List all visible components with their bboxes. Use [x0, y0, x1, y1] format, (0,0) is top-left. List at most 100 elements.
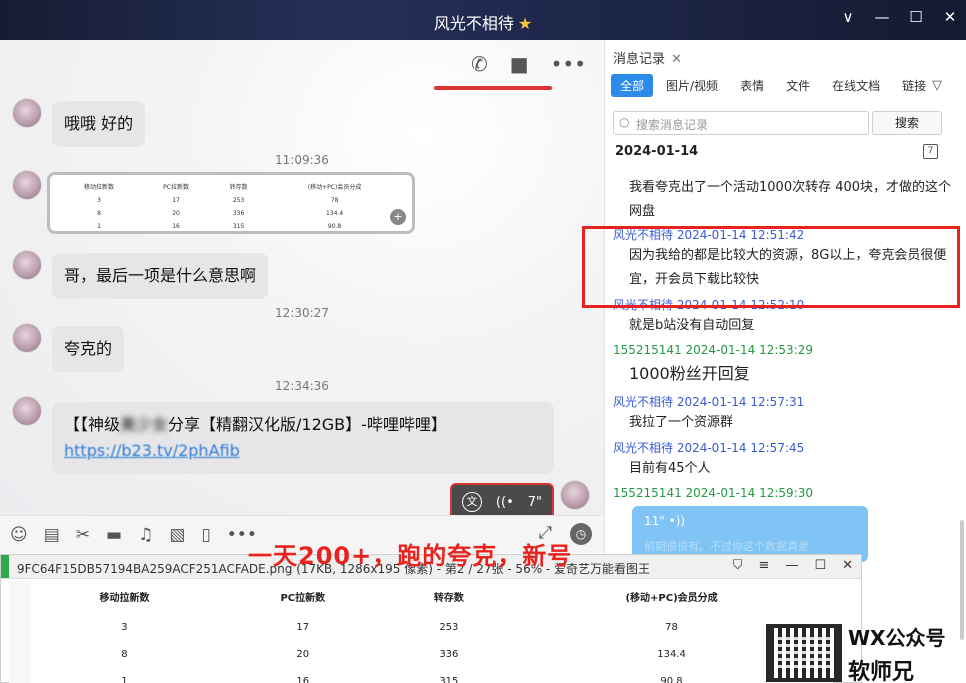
viewer-skin-icon[interactable]: ⛉ — [733, 558, 743, 573]
title-bar: 风光不相待 ★ ∨ — ☐ ✕ — [0, 0, 966, 40]
star-icon: ★ — [517, 14, 533, 33]
history-message: 就是b站没有自动回复 — [629, 318, 755, 333]
minimize-button[interactable]: — — [874, 8, 890, 26]
blurred-text: 美少女 — [120, 415, 169, 434]
voice-duration: 11" — [644, 514, 665, 528]
tab-links[interactable]: 链接 — [893, 74, 935, 97]
tab-all[interactable]: 全部 — [611, 74, 654, 97]
message-text: 【【神级 — [64, 415, 121, 434]
watermark: WX公众号 软师兄 — [766, 620, 966, 683]
tab-images-videos[interactable]: 图片/视频 — [657, 74, 727, 97]
timestamp: 12:34:36 — [275, 379, 329, 393]
viewer-image[interactable]: 移动拉新数 PC拉新数 转存数 (移动+PC)会员分成 3 17 253 78 … — [31, 581, 833, 683]
viewer-app-icon — [1, 555, 9, 578]
table-row: 3 17 253 78 — [31, 616, 833, 643]
table-header: (移动+PC)会员分成 — [307, 184, 362, 191]
avatar[interactable] — [12, 170, 42, 200]
image-icon[interactable]: ▧ — [169, 525, 185, 545]
tab-stickers[interactable]: 表情 — [731, 74, 773, 97]
table-cell: 253 — [232, 197, 245, 204]
avatar[interactable] — [12, 98, 42, 128]
viewer-side-strip — [9, 581, 31, 683]
table-header: 转存数 — [433, 593, 464, 604]
table-cell: 90.8 — [327, 223, 342, 230]
voice-to-text-button[interactable]: 文 — [462, 492, 482, 512]
history-tabs: 全部 图片/视频 表情 文件 在线文档 链接 — [611, 74, 939, 97]
table-cell: 20 — [172, 210, 180, 217]
table-cell: 17 — [296, 622, 310, 633]
image-viewer-window: 9FC64F15DB57194BA259ACF251ACFADE.png (17… — [0, 554, 862, 683]
image-message[interactable]: 移动拉新数 PC拉新数 转存数 (移动+PC)会员分成 3 17 253 78 … — [47, 172, 415, 234]
watermark-line2: 软师兄 — [848, 660, 915, 683]
zoom-icon[interactable]: + — [390, 209, 406, 225]
table-cell: 315 — [232, 223, 245, 230]
highlight-mark — [434, 86, 552, 90]
table-cell: 16 — [172, 223, 180, 230]
voice-transcript: 前期很很有。不过你这个数据真是 — [644, 540, 809, 553]
message-text: 分享【精翻汉化版/12GB】-哔哩哔哩】 — [168, 415, 447, 434]
collapse-button[interactable]: ∨ — [840, 8, 856, 26]
history-clock-icon[interactable]: ◷ — [570, 523, 592, 545]
viewer-minimize-button[interactable]: — — [785, 558, 798, 573]
more-icon[interactable]: ••• — [551, 52, 586, 76]
history-header: 消息记录 ✕ — [613, 48, 682, 67]
chat-toolbar: ✆ ■ ••• — [471, 52, 586, 76]
folder-icon[interactable]: ▬ — [106, 525, 122, 545]
emoji-icon[interactable]: ☺ — [10, 525, 28, 545]
table-cell: 16 — [296, 676, 310, 683]
maximize-button[interactable]: ☐ — [908, 8, 924, 26]
timestamp: 11:09:36 — [275, 153, 329, 167]
table-cell: 17 — [172, 197, 180, 204]
table-cell: 1 — [97, 223, 101, 230]
history-date: 2024-01-14 — [615, 144, 699, 159]
history-sender: 155215141 2024-01-14 12:59:30 — [613, 486, 813, 500]
table-header: 转存数 — [229, 184, 248, 191]
viewer-menu-icon[interactable]: ≡ — [759, 558, 770, 573]
music-icon[interactable]: ♫ — [138, 525, 153, 545]
table-cell: 336 — [439, 649, 459, 660]
image-table: 移动拉新数 PC拉新数 转存数 (移动+PC)会员分成 3 17 253 78 … — [58, 179, 404, 233]
history-search-input[interactable]: ○ 搜索消息记录 — [613, 111, 869, 135]
history-message: 我看夸克出了一个活动1000次转存 400块，才做的这个网盘 — [629, 180, 952, 219]
avatar[interactable] — [12, 323, 42, 353]
table-cell: 336 — [232, 210, 245, 217]
close-button[interactable]: ✕ — [942, 8, 958, 26]
message-link[interactable]: https://b23.tv/2phAfib — [64, 441, 240, 460]
tab-files[interactable]: 文件 — [777, 74, 819, 97]
avatar[interactable] — [12, 250, 42, 280]
table-cell: 8 — [97, 210, 101, 217]
table-row: 3 17 253 78 — [58, 194, 404, 207]
timestamp: 12:30:27 — [275, 306, 329, 320]
table-header: PC拉新数 — [280, 593, 326, 604]
filter-icon[interactable]: ▽ — [932, 78, 942, 93]
shake-icon[interactable]: ▯ — [201, 525, 210, 545]
phone-icon[interactable]: ✆ — [471, 52, 488, 76]
close-history-icon[interactable]: ✕ — [671, 52, 682, 67]
voice-message[interactable]: 文 ((• 7" — [450, 483, 554, 515]
table-header: 移动拉新数 — [99, 593, 150, 604]
table-cell: 78 — [330, 197, 339, 204]
qr-code-icon — [766, 624, 842, 682]
voice-duration: 7" — [527, 494, 542, 510]
search-button[interactable]: 搜索 — [872, 111, 942, 135]
table-cell: 253 — [439, 622, 459, 633]
table-cell: 1 — [121, 676, 128, 683]
my-avatar[interactable] — [560, 480, 590, 510]
avatar[interactable] — [12, 396, 42, 426]
message-bubble: 哥，最后一项是什么意思啊 — [52, 253, 269, 299]
table-header: PC拉新数 — [163, 184, 189, 191]
overlay-caption: 一天200+，跑的夸克，新号 — [248, 542, 573, 570]
history-sender: 风光不相待 2024-01-14 12:57:45 — [613, 441, 805, 455]
voice-wave-icon: •)) — [668, 514, 686, 528]
video-call-icon[interactable]: ■ — [510, 52, 529, 76]
tab-online-docs[interactable]: 在线文档 — [823, 74, 889, 97]
message-bubble: 夸克的 — [52, 326, 125, 372]
viewer-maximize-button[interactable]: ☐ — [814, 558, 826, 573]
viewer-close-button[interactable]: ✕ — [842, 558, 853, 573]
table-row: 8 20 336 134.4 — [31, 643, 833, 670]
gif-icon[interactable]: ▤ — [44, 525, 60, 545]
history-sender: 155215141 2024-01-14 12:53:29 — [613, 343, 813, 357]
calendar-icon[interactable]: 7 — [923, 144, 938, 159]
scissors-icon[interactable]: ✂ — [76, 525, 90, 545]
window-controls: ∨ — ☐ ✕ — [840, 8, 958, 26]
